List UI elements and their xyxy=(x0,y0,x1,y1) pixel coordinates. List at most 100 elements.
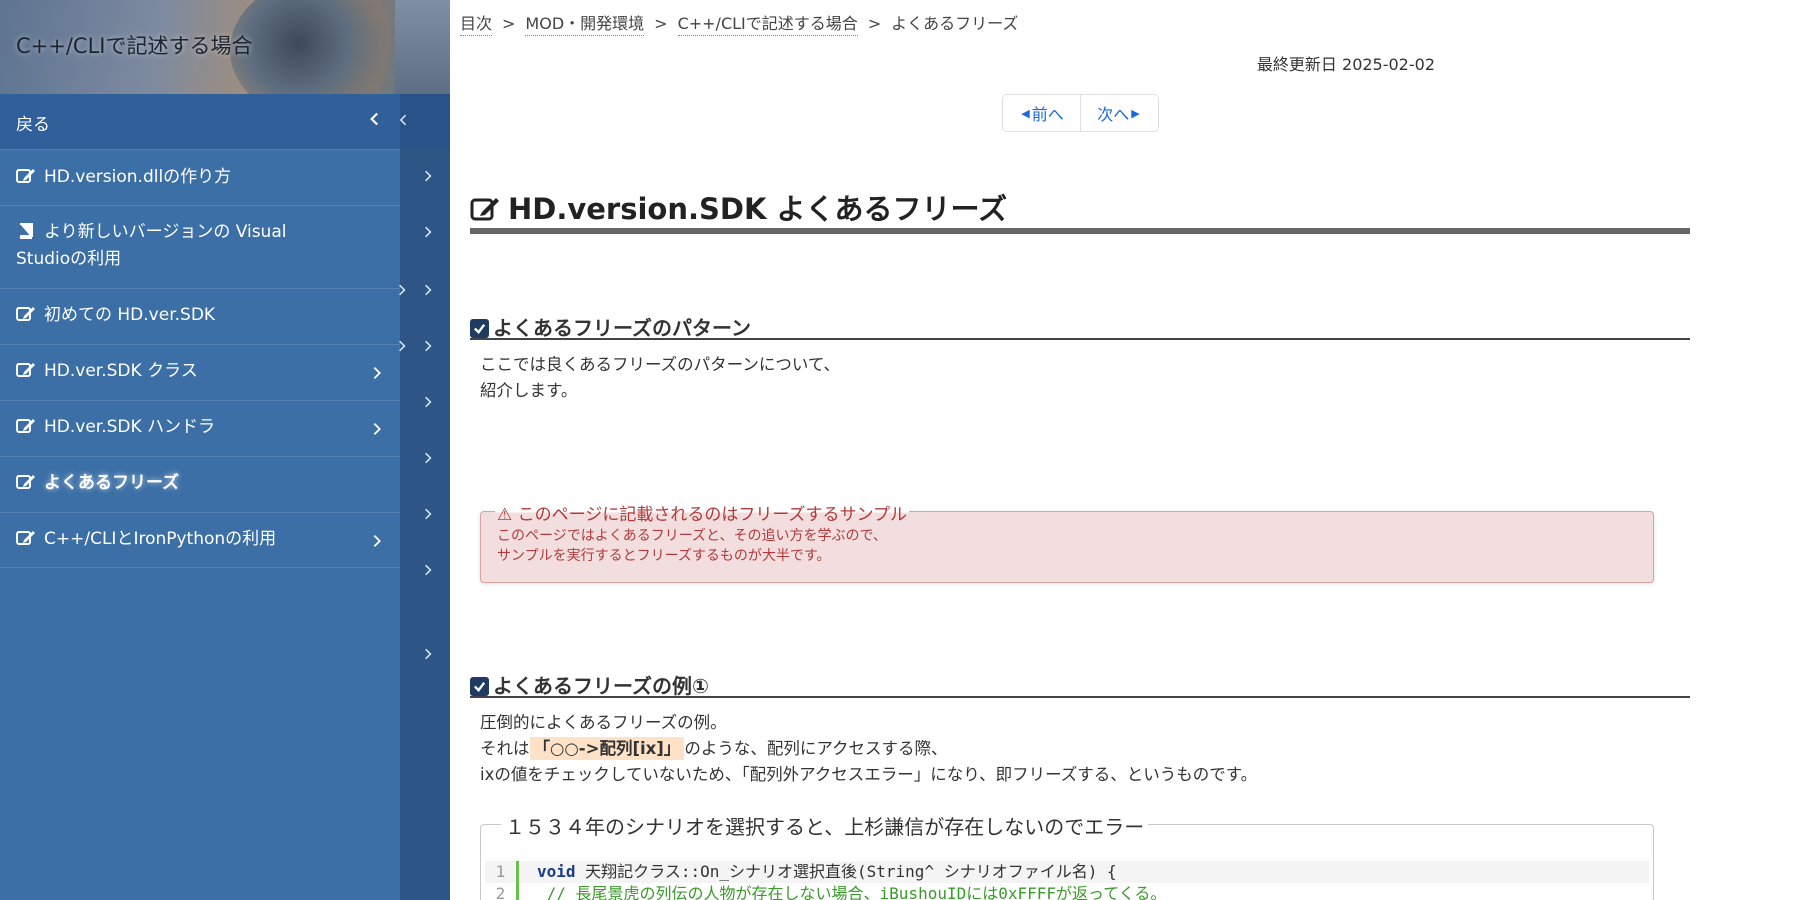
edit-icon xyxy=(16,531,35,545)
edit-icon xyxy=(16,307,35,321)
checkbox-icon xyxy=(470,319,489,338)
breadcrumb-link-cli[interactable]: C++/CLIで記述する場合 xyxy=(677,14,858,36)
paragraph-line: ixの値をチェックしていないため、「配列外アクセスエラー」になり、即フリーズする… xyxy=(480,765,1258,784)
chevron-right-icon xyxy=(373,534,381,548)
edit-icon xyxy=(470,198,499,221)
alert-title-text: このページに記載されるのはフリーズするサンプル xyxy=(517,505,907,525)
chevron-left-icon xyxy=(370,112,378,126)
chevron-right-icon[interactable] xyxy=(420,224,436,240)
sidebar-header-banner: C++/CLIで記述する場合 xyxy=(0,0,450,94)
sidebar-item-hd-version-dll[interactable]: HD.version.dllの作り方 xyxy=(0,149,400,205)
section-heading-text: よくあるフリーズの例① xyxy=(493,674,709,698)
code-text: 天翔記クラス::On_シナリオ選択直後(String^ シナリオファイル名) { xyxy=(575,862,1117,881)
sidebar-item-label: HD.ver.SDK ハンドラ xyxy=(44,417,216,437)
code-highlight: 「○○->配列[ix]」 xyxy=(529,737,685,760)
warning-icon: ⚠ xyxy=(497,505,513,525)
edit-icon xyxy=(16,419,35,433)
sidebar-item-label: HD.version.dllの作り方 xyxy=(44,167,232,187)
section-paragraph: ここでは良くあるフリーズのパターンについて、 紹介します。 xyxy=(480,352,840,404)
edit-icon xyxy=(16,363,35,377)
sidebar-item-label: HD.ver.SDK クラス xyxy=(44,361,198,381)
chevron-right-icon[interactable] xyxy=(420,338,436,354)
next-label: 次へ xyxy=(1097,105,1130,124)
banner-edge-image xyxy=(395,0,450,94)
prev-button[interactable]: ◀ 前へ xyxy=(1003,95,1080,131)
checkbox-icon xyxy=(470,677,489,696)
chevron-right-icon[interactable] xyxy=(420,450,436,466)
sidebar-item-sdk-class[interactable]: HD.ver.SDK クラス xyxy=(0,344,400,400)
rail-collapse-button[interactable] xyxy=(399,94,450,149)
paragraph-line: 紹介します。 xyxy=(480,381,578,400)
back-label: 戻る xyxy=(16,115,50,135)
pager: ◀ 前へ 次へ ▶ xyxy=(1002,94,1159,132)
alert-line: このページではよくあるフリーズと、その追い方を学ぶので、 xyxy=(497,528,887,544)
alert-line: サンプルを実行するとフリーズするものが大半です。 xyxy=(497,548,831,564)
paragraph-line: ここでは良くあるフリーズのパターンについて、 xyxy=(480,355,841,374)
warning-alert: ⚠ このページに記載されるのはフリーズするサンプル このページではよくあるフリー… xyxy=(480,500,1654,583)
prev-label: 前へ xyxy=(1031,105,1064,124)
caret-right-icon: ▶ xyxy=(1131,106,1140,120)
book-icon xyxy=(19,223,33,239)
code-keyword: void xyxy=(537,862,576,881)
section-heading-text: よくあるフリーズのパターン xyxy=(493,316,751,340)
chevron-right-icon[interactable] xyxy=(420,394,436,410)
chevron-right-icon xyxy=(373,422,381,436)
section-paragraph: 圧倒的によくあるフリーズの例。 それは 「○○->配列[ix]」 のような、配列にア… xyxy=(480,710,1257,788)
sidebar-item-sdk-handler[interactable]: HD.ver.SDK ハンドラ xyxy=(0,400,400,456)
page-title-text: HD.version.SDK よくあるフリーズ xyxy=(508,192,1008,226)
code-block-title: １５３４年のシナリオを選択すると、上杉謙信が存在しないのでエラー xyxy=(501,811,1149,840)
code-line: 1 void 天翔記クラス::On_シナリオ選択直後(String^ シナリオファ… xyxy=(485,861,1649,883)
chevron-right-icon[interactable] xyxy=(420,168,436,184)
alert-body: このページではよくあるフリーズと、その追い方を学ぶので、 サンプルを実行するとフ… xyxy=(497,526,887,566)
sidebar-item-label: より新しいバージョンの Visual xyxy=(44,222,287,242)
chevron-left-icon xyxy=(399,114,407,126)
secondary-nav-rail xyxy=(399,94,450,900)
chevron-right-icon[interactable] xyxy=(394,338,410,354)
sidebar-item-label: よくあるフリーズ xyxy=(44,473,180,493)
section-heading-example-1: よくあるフリーズの例① xyxy=(470,670,709,699)
sidebar-item-common-freezes[interactable]: よくあるフリーズ xyxy=(0,456,400,512)
sidebar-back-button[interactable]: 戻る xyxy=(0,94,400,149)
breadcrumb-link-mod[interactable]: MOD・開発環境 xyxy=(525,14,645,36)
paragraph-text: のような、配列にアクセスする際、 xyxy=(684,739,948,758)
chevron-right-icon[interactable] xyxy=(420,282,436,298)
page-title: HD.version.SDK よくあるフリーズ xyxy=(470,186,1007,228)
edit-icon xyxy=(16,169,35,183)
sidebar-item-first-sdk[interactable]: 初めての HD.ver.SDK xyxy=(0,288,400,344)
breadcrumb-current: よくあるフリーズ xyxy=(891,14,1019,33)
sidebar-item-ironpython[interactable]: C++/CLIとIronPythonの利用 xyxy=(0,512,400,568)
section-divider xyxy=(470,696,1690,698)
sidebar-item-label: 初めての HD.ver.SDK xyxy=(44,305,216,325)
paragraph-text: それは xyxy=(480,739,530,758)
chevron-right-icon[interactable] xyxy=(420,562,436,578)
chevron-right-icon[interactable] xyxy=(420,646,436,662)
caret-left-icon: ◀ xyxy=(1021,106,1030,120)
main-content: 目次 > MOD・開発環境 > C++/CLIで記述する場合 > よくあるフリーズ 最終更新… xyxy=(450,0,1800,900)
breadcrumb-separator: > xyxy=(502,14,516,33)
last-updated: 最終更新日 2025-02-02 xyxy=(1256,55,1435,74)
line-number: 1 xyxy=(485,861,519,883)
sidebar-item-label: C++/CLIとIronPythonの利用 xyxy=(44,529,277,549)
title-divider xyxy=(470,228,1690,234)
chevron-right-icon[interactable] xyxy=(420,506,436,522)
section-divider xyxy=(470,338,1690,340)
chevron-right-icon xyxy=(373,366,381,380)
sidebar-item-label-cont: Studioの利用 xyxy=(16,249,122,269)
banner-armor-image xyxy=(230,0,400,94)
line-number: 2 xyxy=(485,883,519,900)
next-button[interactable]: 次へ ▶ xyxy=(1080,95,1158,131)
sidebar: C++/CLIで記述する場合 戻る HD.version.dllの作り方 より新… xyxy=(0,0,450,900)
chevron-right-icon[interactable] xyxy=(394,282,410,298)
breadcrumb-link-index[interactable]: 目次 xyxy=(460,14,493,36)
code-line: 2 // 長尾景虎の列伝の人物が存在しない場合、iBushouIDには0xFFF… xyxy=(485,883,1649,900)
breadcrumb-separator: > xyxy=(654,14,668,33)
breadcrumb-separator: > xyxy=(867,14,882,33)
edit-icon xyxy=(16,475,35,489)
sidebar-item-visual-studio[interactable]: より新しいバージョンの Visual Studioの利用 xyxy=(0,205,400,288)
breadcrumb: 目次 > MOD・開発環境 > C++/CLIで記述する場合 > よくあるフリーズ xyxy=(460,10,1019,36)
code-comment: // 長尾景虎の列伝の人物が存在しない場合、iBushouIDには0xFFFFが… xyxy=(537,884,1167,900)
paragraph-line: 圧倒的によくあるフリーズの例。 xyxy=(480,713,727,732)
section-heading-patterns: よくあるフリーズのパターン xyxy=(470,312,751,341)
code-block: １５３４年のシナリオを選択すると、上杉謙信が存在しないのでエラー 1 void 天… xyxy=(480,811,1654,900)
sidebar-title: C++/CLIで記述する場合 xyxy=(16,34,253,58)
